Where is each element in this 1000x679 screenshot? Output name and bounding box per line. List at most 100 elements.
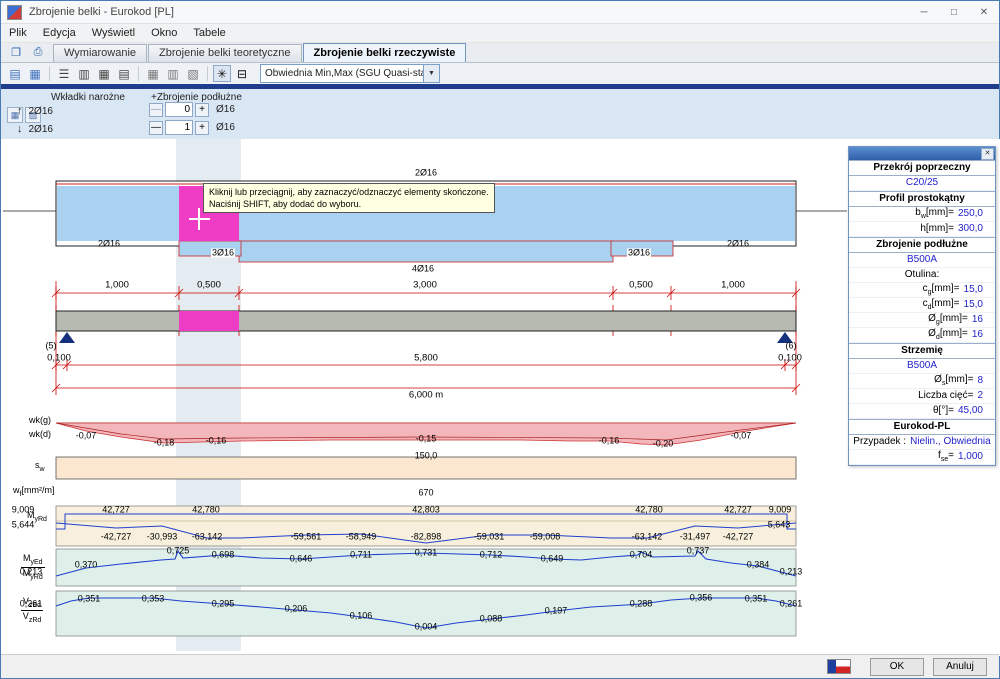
tab-zbrojenie-belki-teoretyczne[interactable]: Zbrojenie belki teoretyczne xyxy=(148,44,301,62)
canvas-label: -0,07 xyxy=(76,432,97,441)
toolbar: ▤▦☰▥▦▤▦▥▧✳⊟ xyxy=(5,65,252,82)
wf-axis-label: wf[mm²/m] xyxy=(13,486,54,498)
menu-item-okno[interactable]: Okno xyxy=(143,24,185,42)
canvas-label: 0,500 xyxy=(629,280,653,290)
canvas-label: -42,727 xyxy=(101,533,132,542)
table-alt-icon[interactable]: ▤ xyxy=(115,65,133,82)
myrd-axis-label: MyRd xyxy=(27,511,47,523)
close-button[interactable]: ✕ xyxy=(969,1,999,23)
grid-row-icon[interactable]: ▧ xyxy=(184,65,202,82)
canvas-label: -0,16 xyxy=(206,437,227,446)
count-bottom-field[interactable] xyxy=(165,120,193,135)
ok-button[interactable]: OK xyxy=(870,658,924,676)
canvas-label: -63,142 xyxy=(632,533,663,542)
table-edit-icon[interactable]: ▦ xyxy=(26,65,44,82)
canvas-label: 0,351 xyxy=(745,595,768,604)
canvas-label: 0,711 xyxy=(350,551,372,560)
panel-row: cd[mm]=15,0 xyxy=(849,298,995,313)
canvas-label: 0,704 xyxy=(630,551,653,560)
menu-item-edycja[interactable]: Edycja xyxy=(35,24,84,42)
canvas-label: 6,000 m xyxy=(409,390,443,400)
canvas-label: 3,000 xyxy=(413,280,437,290)
panel-row: Przypadek :Nielin., Obwiednia xyxy=(849,435,995,450)
canvas-label: 9,009 xyxy=(769,506,792,515)
canvas-label: 0,649 xyxy=(541,555,564,564)
panel-row: Zbrojenie podłużne xyxy=(849,237,995,253)
canvas-label: -63,142 xyxy=(192,533,223,542)
canvas-label: 0,370 xyxy=(75,561,98,570)
menu-item-wyswietl[interactable]: Wyświetl xyxy=(84,24,143,42)
window-title: Zbrojenie belki - Eurokod [PL] xyxy=(29,6,174,18)
canvas-label: -59,008 xyxy=(530,533,561,542)
canvas-label: 0,288 xyxy=(630,600,653,609)
panel-row: B500A xyxy=(849,359,995,374)
envelope-select[interactable]: Obwiednia Min,Max (SGU Quasi-stała) ▼ xyxy=(260,64,440,83)
increment-bottom-button[interactable]: + xyxy=(195,121,209,135)
stepper-row-bottom: — + Ø16 xyxy=(147,120,235,135)
grid-icon[interactable]: ▦ xyxy=(144,65,162,82)
canvas-label: 0,261 xyxy=(780,600,803,609)
list-columns-icon[interactable]: ▥ xyxy=(75,65,93,82)
panel-row: B500A xyxy=(849,253,995,268)
canvas-label: 0,295 xyxy=(212,600,235,609)
panel-close-icon[interactable]: ✕ xyxy=(981,148,994,160)
canvas-label: 2Ø16 xyxy=(98,240,120,249)
wk-g-axis-label: wk(g) xyxy=(29,416,51,426)
toolbar-separator xyxy=(49,66,50,81)
canvas-label: -42,727 xyxy=(723,533,754,542)
section-view-icon[interactable]: ⊟ xyxy=(233,65,251,82)
toolbar-separator xyxy=(138,66,139,81)
increment-top-button[interactable]: + xyxy=(195,103,209,117)
canvas-label: 3Ø16 xyxy=(211,249,235,258)
tabbar-icons: ❐⎙ xyxy=(1,43,53,62)
params-bar: ▦▨ Wkładki narożne +Zbrojenie podłużne ↑… xyxy=(1,89,999,143)
copy-icon[interactable]: ❐ xyxy=(5,44,27,61)
minimize-button[interactable]: ─ xyxy=(909,1,939,23)
cancel-button[interactable]: Anuluj xyxy=(933,658,987,676)
table-icon[interactable]: ▦ xyxy=(95,65,113,82)
tab-zbrojenie-belki-rzeczywiste[interactable]: Zbrojenie belki rzeczywiste xyxy=(303,43,467,62)
footer-bar: OK Anuluj xyxy=(1,654,999,678)
stepper-row-top: — + Ø16 xyxy=(147,102,235,117)
selection-tooltip: Kliknij lub przeciągnij, aby zaznaczyć/o… xyxy=(203,183,495,213)
vzed-vzrd-axis-label: VzEd VzRd xyxy=(21,596,43,625)
title-bar[interactable]: Zbrojenie belki - Eurokod [PL] ─□✕ xyxy=(1,1,999,24)
canvas-label: 0,351 xyxy=(78,595,101,604)
diameter-bottom-label: Ø16 xyxy=(216,122,235,133)
corner-top-value: 2Ø16 xyxy=(29,106,53,117)
canvas-label: -0,15 xyxy=(416,435,437,444)
canvas-label: 0,384 xyxy=(747,561,770,570)
decrement-top-button[interactable]: — xyxy=(149,103,163,117)
menu-item-plik[interactable]: Plik xyxy=(1,24,35,42)
canvas-label: 0,004 xyxy=(415,623,438,632)
canvas-label: 0,731 xyxy=(415,549,438,558)
panel-row: cg[mm]=15,0 xyxy=(849,283,995,298)
tab-wymiarowanie[interactable]: Wymiarowanie xyxy=(53,44,147,62)
panel-titlebar[interactable]: ✕ xyxy=(849,147,995,160)
decrement-bottom-button[interactable]: — xyxy=(149,121,163,135)
canvas-label: 4Ø16 xyxy=(411,265,435,274)
menu-item-tabele[interactable]: Tabele xyxy=(185,24,233,42)
print-icon[interactable]: ⎙ xyxy=(27,44,49,61)
canvas-label: 3Ø16 xyxy=(627,249,651,258)
count-top-field[interactable] xyxy=(165,102,193,117)
maximize-button[interactable]: □ xyxy=(939,1,969,23)
panel-row: fse=1,000 xyxy=(849,450,995,465)
grid-col-icon[interactable]: ▥ xyxy=(164,65,182,82)
language-flag-icon[interactable] xyxy=(827,659,851,674)
corner-inserts-label: Wkładki narożne xyxy=(51,92,125,103)
canvas-label: 0,646 xyxy=(290,555,313,564)
list-icon[interactable]: ☰ xyxy=(55,65,73,82)
chevron-down-icon[interactable]: ▼ xyxy=(423,65,439,82)
canvas-label: 42,727 xyxy=(102,506,130,515)
arrow-up-icon: ↑ xyxy=(17,105,23,117)
canvas-label: 42,780 xyxy=(192,506,220,515)
panel-row: Liczba cięć=2 xyxy=(849,389,995,404)
canvas-label: 0,500 xyxy=(197,280,221,290)
canvas-label: 0,088 xyxy=(480,615,503,624)
canvas-label: 1,000 xyxy=(721,280,745,290)
panel-row: Ød[mm]=16 xyxy=(849,328,995,343)
display-options-icon[interactable]: ✳ xyxy=(213,65,231,82)
report-export-icon[interactable]: ▤ xyxy=(6,65,24,82)
panel-row: C20/25 xyxy=(849,176,995,191)
